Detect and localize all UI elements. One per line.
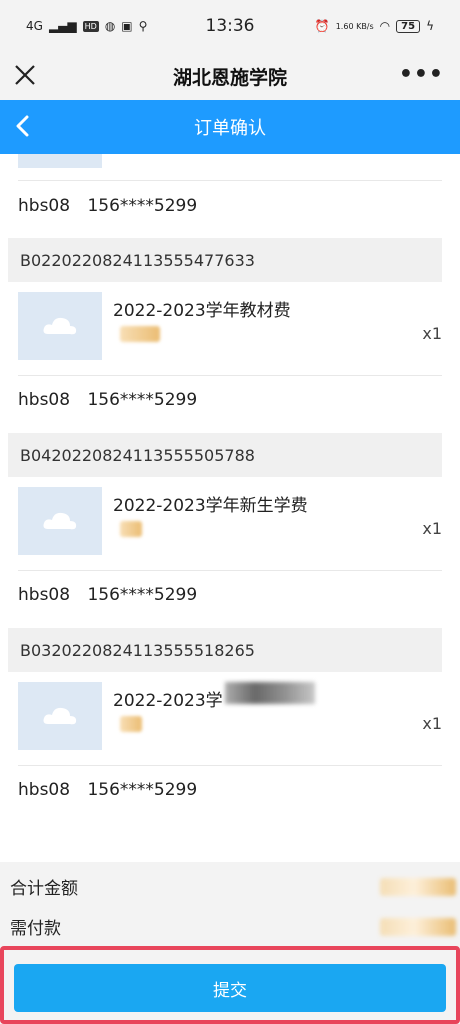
item-quantity: x1 <box>422 714 442 733</box>
nav-bar: 订单确认 <box>0 100 460 154</box>
item-quantity: x1 <box>422 324 442 343</box>
payable-label: 需付款 <box>10 919 61 939</box>
contact-name: hbs08 <box>18 585 71 605</box>
product-thumbnail <box>18 154 102 168</box>
app-icon: ▣ <box>121 19 133 33</box>
order-number: B0420220824113555505788 <box>8 433 442 477</box>
charging-icon: ϟ <box>426 19 434 33</box>
battery-indicator: 75 <box>396 19 421 33</box>
payable-amount-redacted <box>380 918 456 936</box>
network-indicator: 4G <box>26 19 43 33</box>
submit-highlight: 提交 <box>0 946 460 1024</box>
contact-info: hbs08 156****5299 <box>18 390 209 410</box>
image-placeholder-icon <box>43 317 77 335</box>
more-icon[interactable]: ••• <box>399 62 444 87</box>
contact-name: hbs08 <box>18 780 71 800</box>
total-label: 合计金额 <box>10 879 78 899</box>
divider <box>18 180 442 181</box>
item-price-redacted <box>120 716 142 732</box>
contact-phone: 156****5299 <box>87 390 198 410</box>
divider <box>18 375 442 376</box>
contact-phone: 156****5299 <box>87 780 198 800</box>
order-list[interactable]: hbs08 156****5299 B022022082411355547763… <box>0 154 460 862</box>
contact-phone: 156****5299 <box>87 196 198 216</box>
item-quantity: x1 <box>422 519 442 538</box>
contact-info: hbs08 156****5299 <box>18 196 209 216</box>
total-amount-redacted <box>380 878 456 896</box>
nav-title: 订单确认 <box>194 118 266 139</box>
status-left: 4G ▂▄▆ HD ◍ ▣ ⚲ <box>26 19 147 33</box>
divider <box>18 570 442 571</box>
back-icon[interactable] <box>8 111 38 141</box>
wechat-icon: ◍ <box>104 19 116 33</box>
submit-button[interactable]: 提交 <box>14 964 446 1012</box>
product-thumbnail <box>18 487 102 555</box>
page-title: 湖北恩施学院 <box>172 66 287 89</box>
item-name: 2022-2023学 <box>113 691 223 711</box>
order-item[interactable]: 2022-2023学年新生学费 x1 <box>18 487 442 557</box>
contact-info: hbs08 156****5299 <box>18 585 209 605</box>
wifi-icon: ◠ <box>379 19 391 33</box>
order-number: B0220220824113555477633 <box>8 238 442 282</box>
close-icon[interactable] <box>10 60 40 90</box>
contact-name: hbs08 <box>18 196 71 216</box>
location-icon: ⚲ <box>138 19 148 33</box>
item-name: 2022-2023学年教材费 <box>113 301 291 321</box>
item-name-redacted <box>225 682 315 704</box>
status-right: ⏰ 1.60 KB/s ◠ 75 ϟ <box>315 19 434 33</box>
product-thumbnail <box>18 682 102 750</box>
app-title-bar: 湖北恩施学院 ••• <box>0 52 460 100</box>
order-item[interactable]: 2022-2023学 x1 <box>18 682 442 752</box>
order-item[interactable]: 2022-2023学年教材费 x1 <box>18 292 442 362</box>
contact-info: hbs08 156****5299 <box>18 780 209 800</box>
alarm-icon: ⏰ <box>314 19 330 33</box>
item-price-redacted <box>120 521 142 537</box>
clock: 13:36 <box>205 16 255 36</box>
image-placeholder-icon <box>43 512 77 530</box>
hd-badge: HD <box>82 20 99 32</box>
image-placeholder-icon <box>43 707 77 725</box>
contact-name: hbs08 <box>18 390 71 410</box>
item-price-redacted <box>120 326 160 342</box>
order-number: B0320220824113555518265 <box>8 628 442 672</box>
product-thumbnail <box>18 292 102 360</box>
signal-icon: ▂▄▆ <box>48 19 77 33</box>
divider <box>18 765 442 766</box>
contact-phone: 156****5299 <box>87 585 198 605</box>
item-name: 2022-2023学年新生学费 <box>113 496 308 516</box>
net-speed: 1.60 KB/s <box>335 21 374 31</box>
status-bar: 4G ▂▄▆ HD ◍ ▣ ⚲ 13:36 ⏰ 1.60 KB/s ◠ 75 ϟ <box>0 0 460 52</box>
